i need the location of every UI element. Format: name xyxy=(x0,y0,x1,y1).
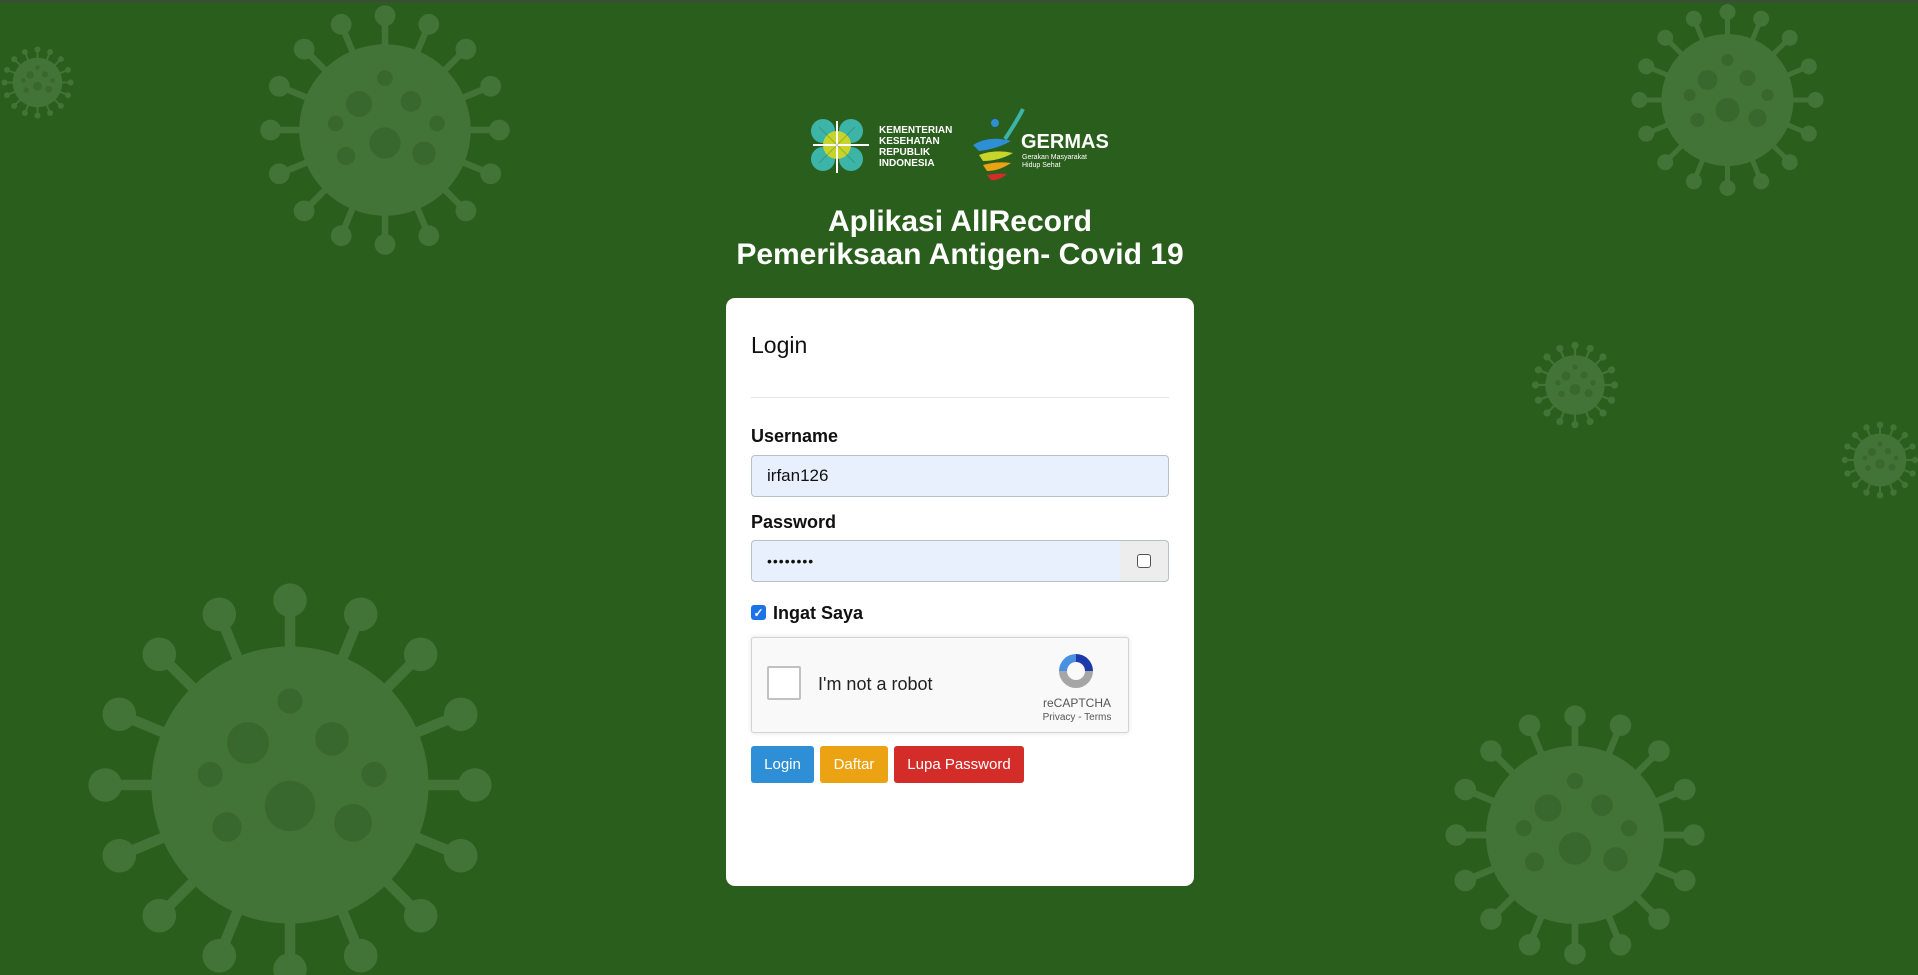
card-divider xyxy=(751,397,1169,398)
germas-logo: GERMAS Gerakan Masyarakat Hidup Sehat xyxy=(965,105,1115,185)
page-title: Aplikasi AllRecord Pemeriksaan Antigen- … xyxy=(660,205,1260,271)
virus-decoration xyxy=(0,45,75,120)
username-value: irfan126 xyxy=(767,466,829,485)
header-logos: KEMENTERIAN KESEHATAN REPUBLIK INDONESIA… xyxy=(805,105,1115,185)
recaptcha-brand: reCAPTCHA xyxy=(1042,696,1111,710)
login-button[interactable]: Login xyxy=(751,746,814,783)
recaptcha-widget: I'm not a robot reCAPTCHA Privacy - Term… xyxy=(751,637,1129,733)
germas-sub-2: Hidup Sehat xyxy=(1022,162,1061,169)
remember-me-label: Ingat Saya xyxy=(773,603,864,623)
show-password-toggle[interactable] xyxy=(1120,540,1169,582)
kemenkes-line-4: INDONESIA xyxy=(879,158,935,169)
recaptcha-logo-icon xyxy=(1055,650,1097,692)
username-label: Username xyxy=(751,426,839,446)
login-card-title: Login xyxy=(751,332,808,358)
recaptcha-checkbox[interactable] xyxy=(767,666,801,700)
daftar-button[interactable]: Daftar xyxy=(820,746,888,783)
username-input[interactable]: irfan126 xyxy=(751,455,1169,497)
kemenkes-logo: KEMENTERIAN KESEHATAN REPUBLIK INDONESIA xyxy=(805,105,955,185)
kemenkes-line-2: KESEHATAN xyxy=(879,136,940,147)
virus-decoration xyxy=(1595,0,1860,200)
password-value: •••••••• xyxy=(767,553,815,569)
virus-decoration xyxy=(30,575,550,975)
password-label: Password xyxy=(751,512,837,532)
remember-me[interactable]: ✓ Ingat Saya xyxy=(751,601,863,624)
virus-decoration xyxy=(1530,340,1620,430)
remember-me-checkbox[interactable]: ✓ xyxy=(751,605,766,620)
kemenkes-line-3: REPUBLIK xyxy=(879,147,931,158)
show-password-checkbox-icon xyxy=(1137,554,1151,568)
page-title-line-2: Pemeriksaan Antigen- Covid 19 xyxy=(736,238,1184,271)
virus-decoration xyxy=(255,0,515,260)
virus-decoration xyxy=(1840,380,1918,540)
germas-sub-1: Gerakan Masyarakat xyxy=(1022,154,1087,161)
recaptcha-label: I'm not a robot xyxy=(818,674,933,694)
virus-decoration xyxy=(1440,695,1710,975)
login-card: Login Username irfan126 Password •••••••… xyxy=(726,298,1194,886)
kemenkes-line-1: KEMENTERIAN xyxy=(879,125,953,136)
page-title-line-1: Aplikasi AllRecord xyxy=(828,205,1092,238)
recaptcha-links[interactable]: Privacy - Terms xyxy=(1036,712,1118,723)
germas-title: GERMAS xyxy=(1021,131,1109,153)
password-input[interactable]: •••••••• xyxy=(751,540,1121,582)
lupa-password-button[interactable]: Lupa Password xyxy=(894,746,1024,783)
